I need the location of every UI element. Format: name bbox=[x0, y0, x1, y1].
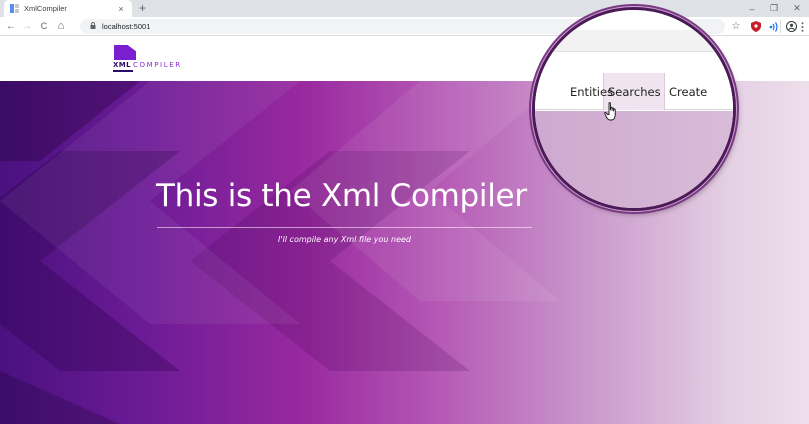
audio-extension-icon[interactable] bbox=[767, 20, 781, 33]
tab-title: XmlCompiler bbox=[24, 4, 67, 13]
home-icon[interactable]: ⌂ bbox=[54, 19, 68, 33]
lock-icon bbox=[90, 22, 96, 31]
tab-close-icon[interactable]: × bbox=[116, 4, 126, 14]
hero-subtitle: I'll compile any Xml file you need bbox=[278, 235, 411, 244]
url-text: localhost:5001 bbox=[102, 22, 151, 31]
new-tab-button[interactable]: + bbox=[139, 1, 146, 16]
menu-icon[interactable] bbox=[797, 20, 807, 33]
magnifier-content: Entities Searches Create bbox=[535, 10, 733, 208]
logo-word-compiler: COMPILER bbox=[133, 61, 182, 69]
site-logo[interactable]: XML COMPILER bbox=[111, 45, 201, 75]
hero-divider bbox=[157, 227, 532, 228]
nav-link-searches[interactable]: Searches bbox=[608, 85, 661, 99]
nav-link-entities[interactable]: Entities bbox=[570, 85, 613, 99]
magnified-address-bar bbox=[535, 30, 733, 52]
reload-icon[interactable]: C bbox=[37, 19, 51, 33]
main-nav: Entities Searches Create bbox=[535, 73, 733, 110]
profile-icon[interactable] bbox=[784, 20, 798, 33]
toolbar-divider bbox=[780, 20, 781, 33]
hand-pointer-cursor-icon bbox=[604, 102, 616, 121]
magnifier-zoom: Entities Searches Create bbox=[532, 7, 736, 211]
forward-icon[interactable]: → bbox=[20, 19, 34, 33]
browser-tab[interactable]: XmlCompiler × bbox=[4, 0, 132, 17]
back-icon[interactable]: ← bbox=[4, 19, 18, 33]
nav-link-create[interactable]: Create bbox=[669, 85, 707, 99]
magnified-hero bbox=[535, 111, 733, 208]
minimize-icon[interactable]: – bbox=[741, 0, 763, 17]
page-favicon-icon bbox=[10, 4, 19, 13]
logo-underline bbox=[113, 70, 133, 72]
shield-extension-icon[interactable] bbox=[749, 20, 763, 33]
logo-document-icon bbox=[114, 45, 136, 60]
logo-word-xml: XML bbox=[113, 61, 132, 69]
close-window-icon[interactable]: ✕ bbox=[786, 0, 808, 17]
restore-icon[interactable]: ❐ bbox=[763, 0, 785, 17]
